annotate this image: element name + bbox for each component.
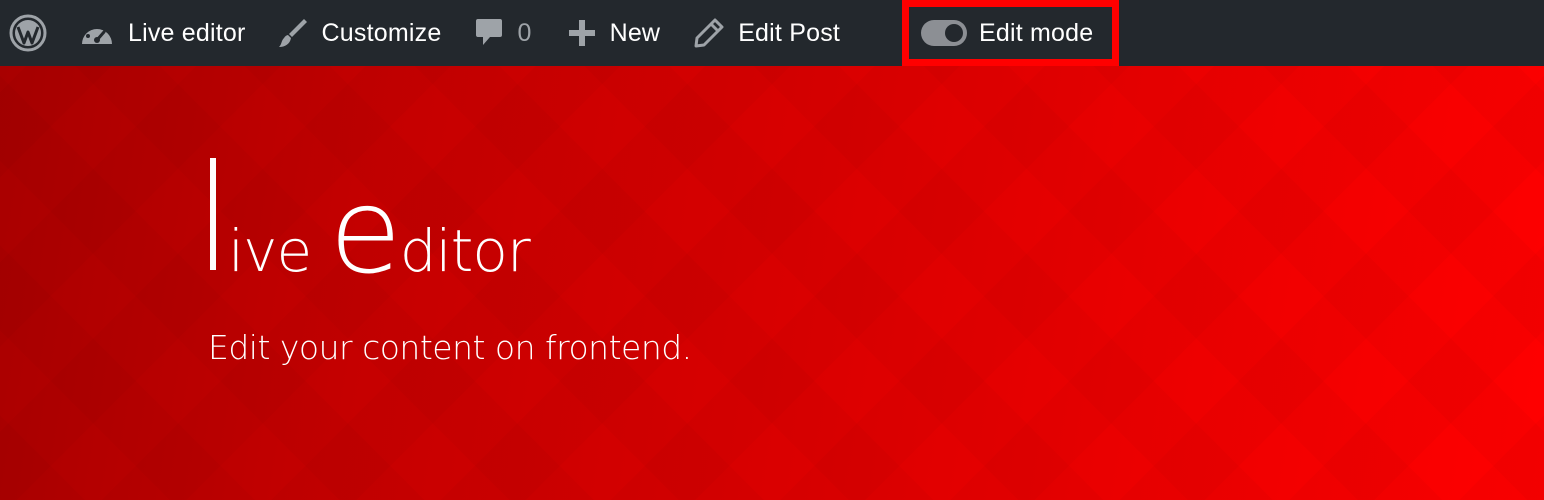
comments-count: 0 xyxy=(517,18,532,47)
hero-title-part-2: ditor xyxy=(399,217,531,285)
hero-title-big-e: e xyxy=(329,162,402,300)
comment-bubble-icon xyxy=(475,17,503,49)
wordpress-icon xyxy=(8,13,48,53)
paintbrush-icon xyxy=(278,17,308,49)
admin-bar: Live editor Customize 0 New Edit Post Ed… xyxy=(0,0,1544,66)
hero-title-part-1: ive xyxy=(228,217,312,285)
edit-post-label: Edit Post xyxy=(738,18,841,47)
hero-title: ive editor xyxy=(210,158,531,290)
hero-banner: ive editor Edit your content on frontend. xyxy=(0,66,1544,500)
dashboard-gauge-icon xyxy=(80,18,114,48)
wordpress-logo-button[interactable] xyxy=(8,0,54,66)
toggle-switch-icon[interactable] xyxy=(921,20,967,46)
hero-subtitle: Edit your content on frontend. xyxy=(208,328,692,367)
toggle-knob xyxy=(945,24,963,42)
live-editor-label: Live editor xyxy=(128,18,246,47)
edit-mode-toggle-item[interactable]: Edit mode xyxy=(902,0,1119,66)
new-menu[interactable]: New xyxy=(568,0,661,66)
live-editor-menu[interactable]: Live editor xyxy=(80,0,246,66)
customize-label: Customize xyxy=(321,18,442,47)
hero-title-first-letter xyxy=(210,158,216,270)
comments-menu[interactable]: 0 xyxy=(475,0,531,66)
plus-icon xyxy=(568,19,596,47)
edit-mode-label: Edit mode xyxy=(979,18,1094,47)
pencil-icon xyxy=(694,18,724,48)
new-label: New xyxy=(609,18,661,47)
edit-post-menu[interactable]: Edit Post xyxy=(694,0,840,66)
customize-menu[interactable]: Customize xyxy=(278,0,442,66)
